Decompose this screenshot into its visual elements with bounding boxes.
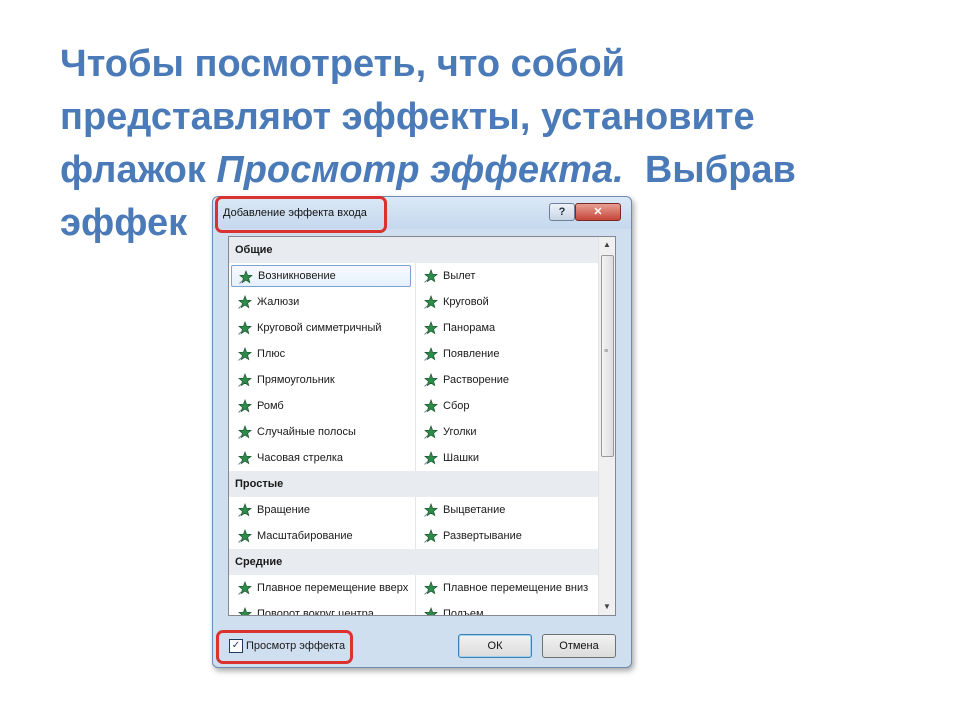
effect-item[interactable]: Уголки	[417, 421, 597, 443]
green-star-effect-icon	[238, 399, 252, 413]
effect-item-label: Растворение	[443, 374, 510, 386]
effect-item[interactable]: Прямоугольник	[231, 369, 411, 391]
effect-item-label: Поворот вокруг центра	[257, 608, 374, 616]
effect-item-label: Выцветание	[443, 504, 506, 516]
effect-item-label: Часовая стрелка	[257, 452, 344, 464]
green-star-effect-icon	[424, 529, 438, 543]
green-star-effect-icon	[238, 347, 252, 361]
effect-item[interactable]: Часовая стрелка	[231, 447, 411, 469]
effect-item-label: Шашки	[443, 452, 479, 464]
effect-item-label: Плюс	[257, 348, 286, 360]
effect-item-label: Масштабирование	[257, 530, 353, 542]
effect-item-label: Вылет	[443, 270, 476, 282]
effect-item[interactable]: Подъем	[417, 603, 597, 616]
effects-listbox[interactable]: Общие Возникновение Вылет Жалюзи Круговой Кру…	[228, 236, 616, 616]
column-divider	[415, 575, 416, 615]
scroll-thumb[interactable]	[601, 255, 614, 457]
effect-item-label: Плавное перемещение вверх	[257, 582, 409, 594]
effect-item-label: Прямоугольник	[257, 374, 335, 386]
effect-item-label: Круговой	[443, 296, 489, 308]
effect-item-label: Сбор	[443, 400, 470, 412]
green-star-effect-icon	[424, 269, 438, 283]
vertical-scrollbar[interactable]: ▲ ≡ ▼	[598, 237, 615, 615]
effect-item-label: Плавное перемещение вниз	[443, 582, 589, 594]
green-star-effect-icon	[424, 347, 438, 361]
green-star-effect-icon	[424, 373, 438, 387]
effect-item[interactable]: Панорама	[417, 317, 597, 339]
green-star-effect-icon	[239, 270, 253, 284]
slide-line-1: Чтобы посмотреть, что собой	[60, 43, 626, 85]
effect-item[interactable]: Круговой симметричный	[231, 317, 411, 339]
effect-item[interactable]: Вылет	[417, 265, 597, 287]
effect-item-label: Ромб	[257, 400, 284, 412]
green-star-effect-icon	[424, 581, 438, 595]
group-header: Общие	[229, 237, 599, 263]
green-star-effect-icon	[424, 451, 438, 465]
effect-item[interactable]: Поворот вокруг центра	[231, 603, 411, 616]
effect-item[interactable]: Плюс	[231, 343, 411, 365]
effect-item-label: Круговой симметричный	[257, 322, 382, 334]
help-button[interactable]: ?	[549, 203, 575, 221]
effect-item-label: Развертывание	[443, 530, 522, 542]
green-star-effect-icon	[424, 425, 438, 439]
effect-item-label: Возникновение	[258, 270, 336, 282]
effect-item[interactable]: Плавное перемещение вниз	[417, 577, 597, 599]
green-star-effect-icon	[238, 581, 252, 595]
green-star-effect-icon	[238, 607, 252, 615]
close-button[interactable]: ✕	[575, 203, 621, 221]
group-header: Простые	[229, 471, 599, 497]
checkbox-highlight-frame	[216, 630, 353, 664]
green-star-effect-icon	[424, 607, 438, 615]
scroll-down-icon[interactable]: ▼	[599, 599, 615, 615]
effect-item[interactable]: Вращение	[231, 499, 411, 521]
slide-line-3: флажок Просмотр эффекта. Выбрав	[60, 144, 940, 197]
effect-item[interactable]: Выцветание	[417, 499, 597, 521]
green-star-effect-icon	[238, 373, 252, 387]
slide-line-3-end: Выбрав	[623, 149, 796, 191]
green-star-effect-icon	[238, 451, 252, 465]
scroll-up-icon[interactable]: ▲	[599, 237, 615, 253]
green-star-effect-icon	[238, 295, 252, 309]
effect-item[interactable]: Ромб	[231, 395, 411, 417]
add-entrance-effect-dialog: Добавление эффекта входа ? ✕ Общие Возник…	[212, 196, 632, 668]
title-highlight-frame	[215, 196, 387, 233]
column-divider	[415, 497, 416, 549]
green-star-effect-icon	[424, 399, 438, 413]
effect-item-label: Появление	[443, 348, 500, 360]
effect-item[interactable]: Возникновение	[231, 265, 411, 287]
scroll-grip-icon: ≡	[604, 348, 609, 355]
green-star-effect-icon	[424, 321, 438, 335]
effect-item-label: Вращение	[257, 504, 310, 516]
slide-line-2: представляют эффекты, установите	[60, 96, 755, 138]
effect-item-label: Жалюзи	[257, 296, 300, 308]
effect-item[interactable]: Случайные полосы	[231, 421, 411, 443]
effect-item[interactable]: Развертывание	[417, 525, 597, 547]
green-star-effect-icon	[424, 295, 438, 309]
green-star-effect-icon	[238, 425, 252, 439]
effect-item[interactable]: Круговой	[417, 291, 597, 313]
effect-item[interactable]: Плавное перемещение вверх	[231, 577, 411, 599]
cancel-button[interactable]: Отмена	[542, 634, 616, 658]
green-star-effect-icon	[238, 503, 252, 517]
effect-item[interactable]: Сбор	[417, 395, 597, 417]
column-divider	[415, 263, 416, 471]
effect-item-label: Подъем	[443, 608, 484, 616]
slide-line-3-italic: Просмотр эффекта.	[216, 149, 624, 191]
effect-item-label: Панорама	[443, 322, 496, 334]
green-star-effect-icon	[238, 321, 252, 335]
green-star-effect-icon	[238, 529, 252, 543]
group-header: Средние	[229, 549, 599, 575]
effect-item-label: Случайные полосы	[257, 426, 356, 438]
effect-item[interactable]: Масштабирование	[231, 525, 411, 547]
effect-item[interactable]: Шашки	[417, 447, 597, 469]
ok-button[interactable]: ОК	[458, 634, 532, 658]
slide-line-3-start: флажок	[60, 149, 217, 191]
effect-item[interactable]: Растворение	[417, 369, 597, 391]
effect-item-label: Уголки	[443, 426, 477, 438]
effect-item[interactable]: Появление	[417, 343, 597, 365]
green-star-effect-icon	[424, 503, 438, 517]
effect-item[interactable]: Жалюзи	[231, 291, 411, 313]
